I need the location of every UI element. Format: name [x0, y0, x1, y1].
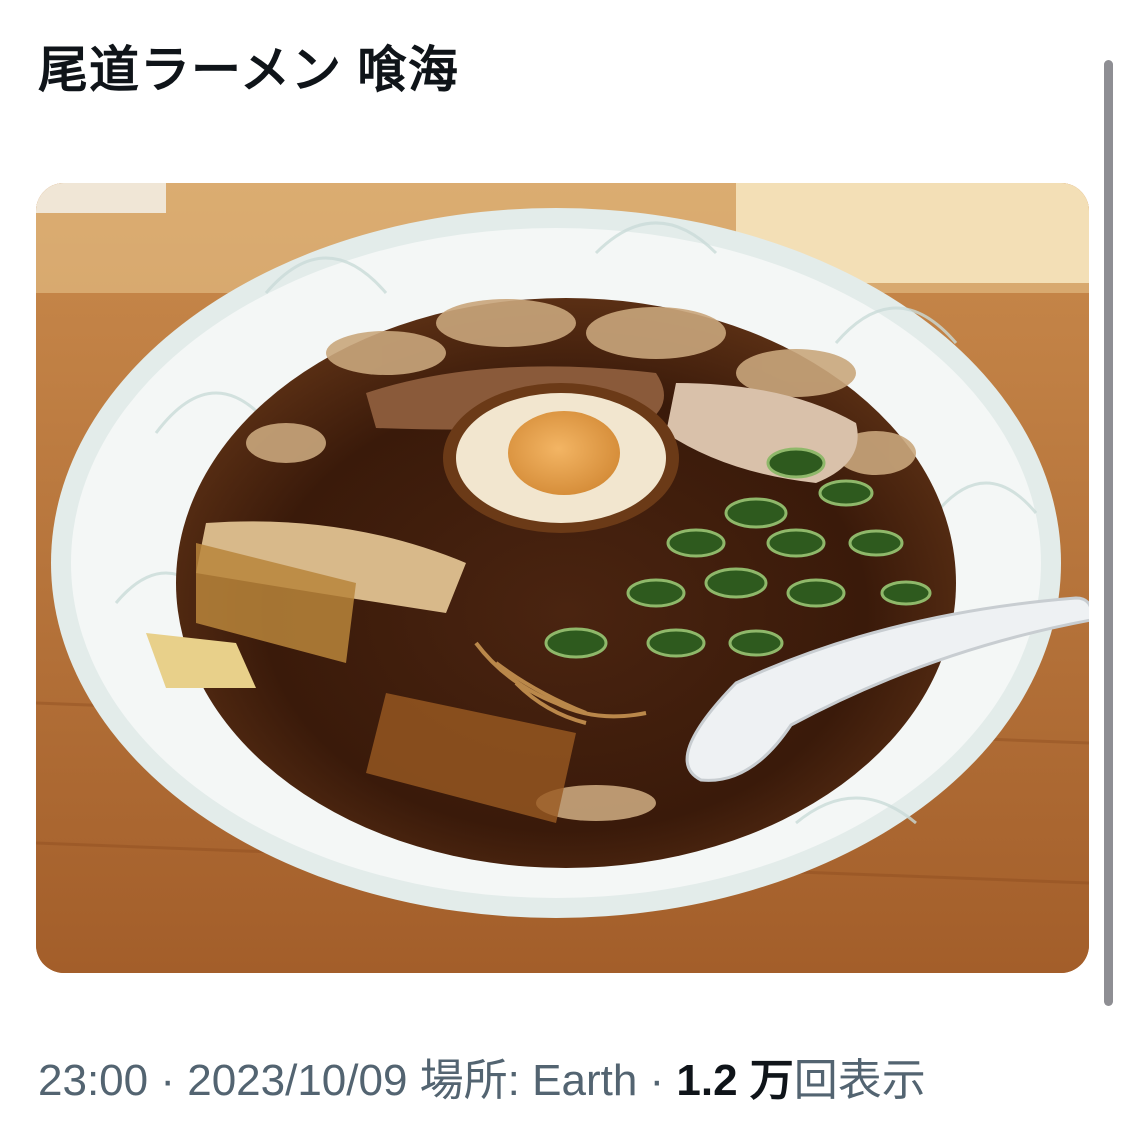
views-count[interactable]: 1.2 万	[676, 1056, 793, 1105]
post-text: 尾道ラーメン 喰海	[38, 42, 459, 98]
post-detail-view: 尾道ラーメン 喰海 23:00 · 2023/10/09 場所: Earth ·…	[0, 0, 1125, 1125]
post-meta: 23:00 · 2023/10/09 場所: Earth · 1.2 万回表示	[38, 1055, 926, 1108]
meta-separator: ·	[637, 1056, 677, 1105]
views-label: 回表示	[793, 1056, 926, 1105]
post-time[interactable]: 23:00	[38, 1056, 148, 1105]
scrollbar[interactable]	[1104, 60, 1113, 1006]
location-label: 場所:	[407, 1056, 533, 1105]
location-value: Earth	[532, 1056, 638, 1105]
meta-separator: ·	[148, 1056, 188, 1105]
post-date[interactable]: 2023/10/09	[187, 1056, 407, 1105]
post-image[interactable]	[36, 183, 1089, 973]
ramen-photo	[36, 183, 1089, 973]
